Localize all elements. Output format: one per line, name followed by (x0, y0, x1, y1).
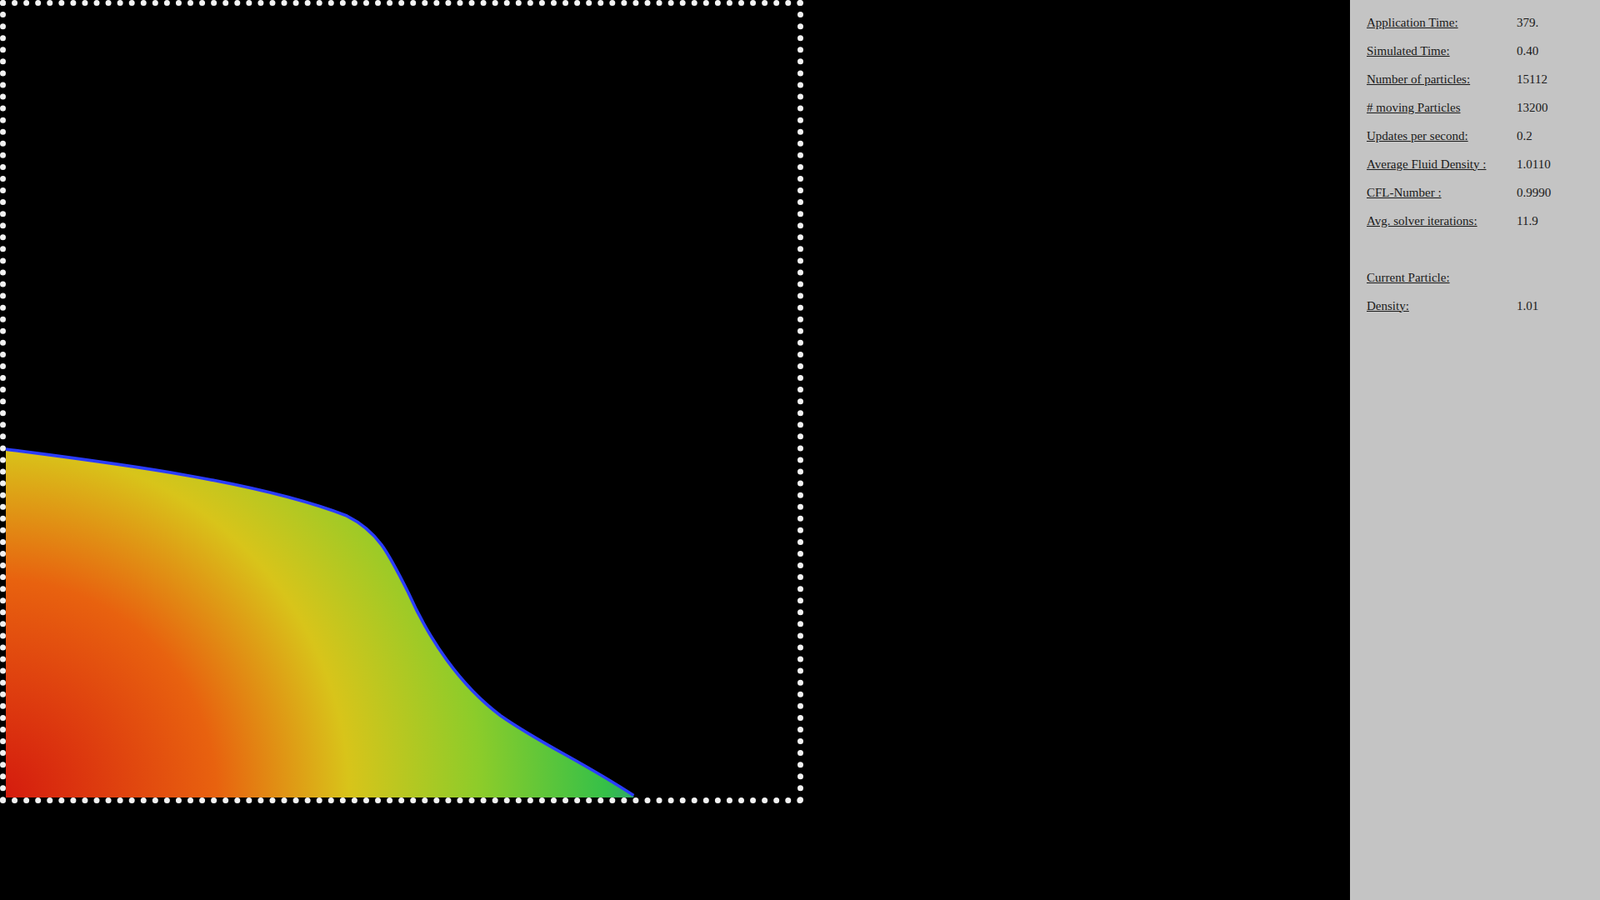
stat-row: CFL-Number :0.9990 (1366, 178, 1587, 207)
stat-value: 11.9 (1516, 214, 1587, 229)
stat-label: # moving Particles (1366, 100, 1517, 115)
stat-row: Application Time:379. (1366, 8, 1587, 37)
stat-label: Updates per second: (1366, 129, 1517, 144)
simulation-domain[interactable] (0, 0, 804, 804)
stat-row: Number of particles:15112 (1366, 65, 1587, 94)
app-window: Application Time:379.Simulated Time:0.40… (0, 0, 1600, 900)
stat-value: 1.0110 (1516, 157, 1587, 172)
stat-label: Average Fluid Density : (1366, 157, 1517, 172)
stat-row: Simulated Time:0.40 (1366, 36, 1587, 65)
current-particle-heading: Current Particle: (1366, 263, 1587, 292)
info-panel: Application Time:379.Simulated Time:0.40… (1350, 0, 1600, 900)
stat-label: Simulated Time: (1366, 44, 1517, 59)
section-label: Current Particle: (1366, 270, 1517, 285)
stat-row: Average Fluid Density :1.0110 (1366, 150, 1587, 179)
stat-value: 0.9990 (1516, 185, 1587, 200)
stat-value: 379. (1516, 15, 1587, 30)
particle-value: 1.01 (1516, 299, 1587, 314)
stat-value: 13200 (1516, 100, 1587, 115)
stat-value: 0.2 (1516, 129, 1587, 144)
stat-label: Application Time: (1366, 15, 1517, 30)
particle-label: Density: (1366, 299, 1517, 314)
stat-label: Number of particles: (1366, 72, 1517, 87)
particle-row: Density:1.01 (1366, 291, 1587, 320)
stat-row: Updates per second:0.2 (1366, 121, 1587, 150)
stat-value: 0.40 (1516, 44, 1587, 59)
stat-value: 15112 (1516, 72, 1587, 87)
fluid-surface (5, 449, 634, 795)
stat-label: CFL-Number : (1366, 185, 1517, 200)
stat-row: # moving Particles13200 (1366, 93, 1587, 122)
stat-row: Avg. solver iterations:11.9 (1366, 206, 1587, 235)
stat-label: Avg. solver iterations: (1366, 214, 1517, 229)
simulation-viewport (0, 0, 1350, 900)
fluid-drawing-icon (5, 5, 798, 798)
fluid-body (5, 449, 634, 798)
